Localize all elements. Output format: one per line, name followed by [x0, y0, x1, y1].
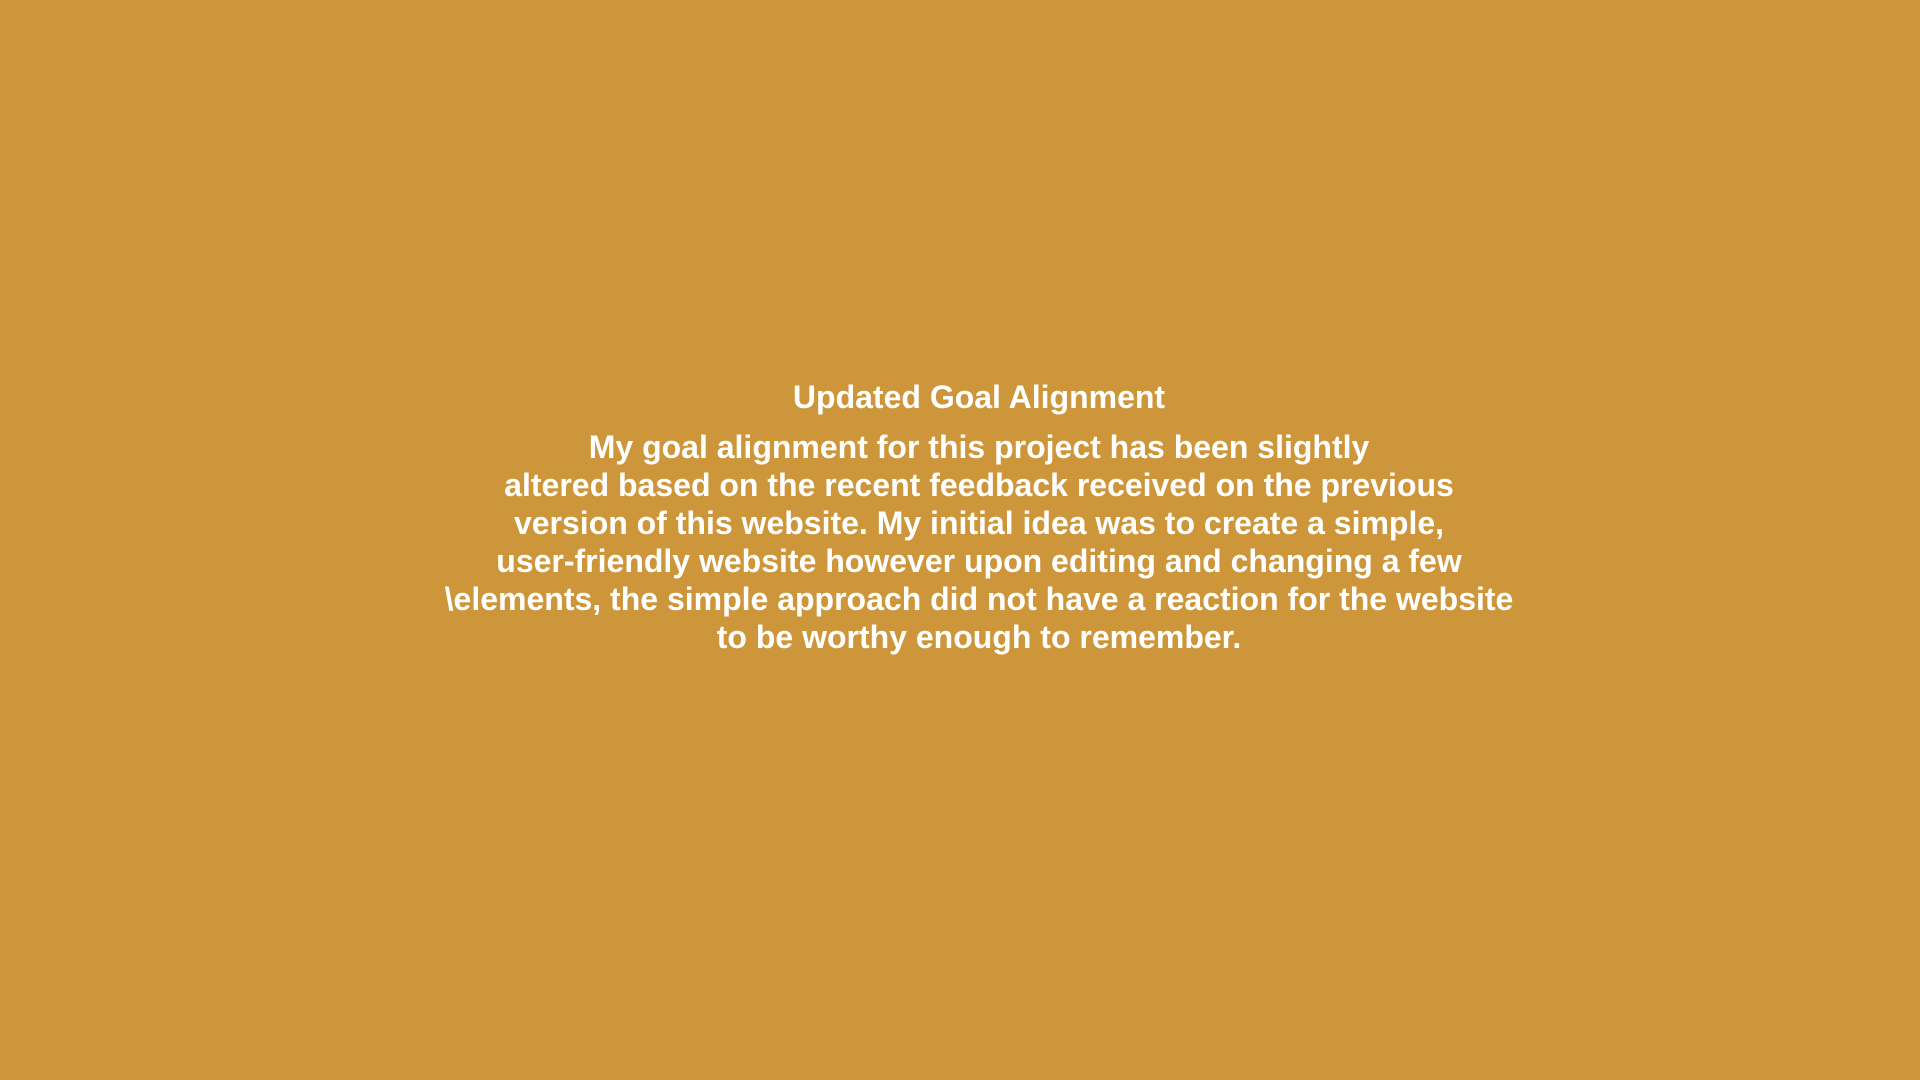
body-line: My goal alignment for this project has b…	[588, 429, 1370, 465]
body-line: \elements, the simple approach did not h…	[444, 581, 1514, 617]
body-line: version of this website. My initial idea…	[513, 505, 1445, 541]
slide-title: Updated Goal Alignment	[792, 379, 1166, 415]
body-line: user-friendly website however upon editi…	[496, 543, 1462, 579]
body-line: altered based on the recent feedback rec…	[504, 467, 1454, 503]
slide: Updated Goal Alignment My goal alignment…	[0, 0, 1920, 1080]
body-line: to be worthy enough to remember.	[716, 619, 1242, 655]
slide-body: My goal alignment for this project has b…	[0, 428, 1920, 656]
